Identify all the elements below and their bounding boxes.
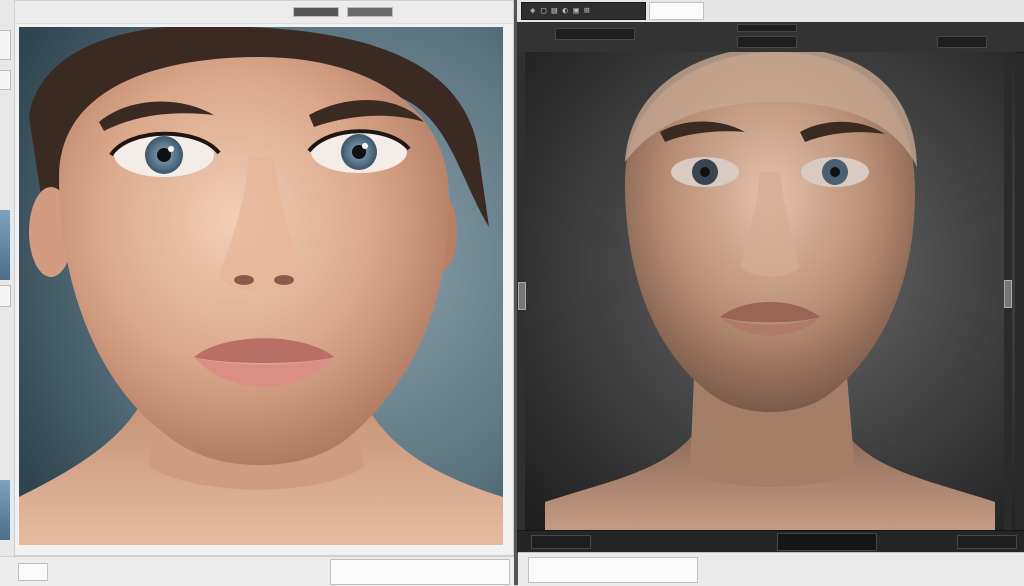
toolbar-field[interactable] [737, 36, 797, 48]
editor-tab[interactable] [649, 2, 704, 20]
edge-tab[interactable] [0, 30, 11, 60]
bottom-field[interactable] [18, 563, 48, 581]
edge-thumbnail[interactable] [0, 480, 10, 540]
bottom-info-panel [528, 557, 698, 583]
left-image-window [14, 0, 514, 556]
tool-icons[interactable]: ◈ ▢ ▤ ◐ ▣ ⊞ [530, 6, 590, 16]
status-field[interactable] [957, 535, 1017, 549]
scroll-handle-icon[interactable] [518, 282, 526, 310]
edge-thumbnail[interactable] [0, 210, 10, 280]
toolbar-field[interactable] [937, 36, 987, 48]
toolbar-field[interactable] [293, 7, 339, 17]
portrait-photo-right [525, 52, 1015, 530]
edge-tab[interactable] [0, 70, 11, 90]
right-top-bar: ◈ ▢ ▤ ◐ ▣ ⊞ [517, 0, 1024, 23]
status-field[interactable] [777, 533, 877, 551]
edge-tab[interactable] [0, 285, 11, 307]
bottom-info-panel [330, 559, 510, 585]
status-field[interactable] [531, 535, 591, 549]
left-window-titlebar [15, 1, 513, 24]
toolbar-field[interactable] [555, 28, 635, 40]
scroll-handle-icon[interactable] [1004, 280, 1012, 308]
portrait-photo-left [19, 27, 503, 545]
right-bottom-bar [518, 552, 1024, 586]
left-window-bottom-bar [0, 556, 514, 586]
menu-strip[interactable]: ◈ ▢ ▤ ◐ ▣ ⊞ [521, 2, 646, 20]
editor-toolbar [517, 22, 1024, 53]
editor-status-bar [517, 530, 1024, 553]
toolbar-field[interactable] [737, 24, 797, 32]
toolbar-field[interactable] [347, 7, 393, 17]
